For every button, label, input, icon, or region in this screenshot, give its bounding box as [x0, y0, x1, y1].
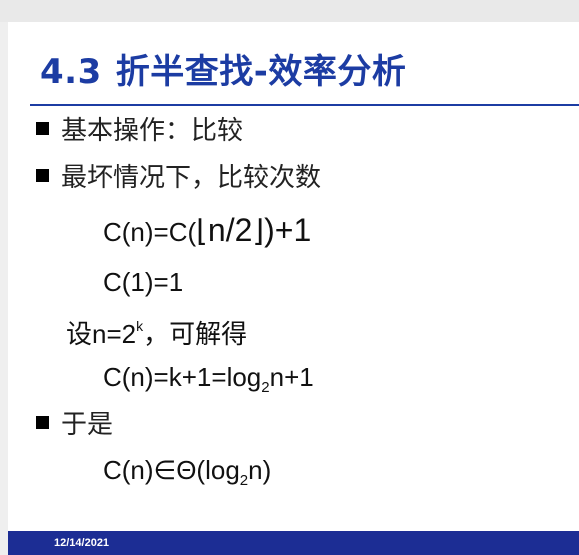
- equation-subscript: 2: [261, 379, 270, 396]
- bullet-text: 于是: [61, 410, 114, 440]
- bullet-item-basic-operation: 基本操作：比较: [36, 110, 243, 147]
- bullet-item-therefore: 于是: [36, 404, 113, 441]
- bullet-text: 基本操作：比较: [61, 116, 244, 146]
- equation-text: C(1)=1: [103, 267, 184, 297]
- floor-left-bracket: ⌊: [196, 214, 208, 249]
- equation-solution: C(n)=k+1=log2n+1: [103, 362, 314, 396]
- bullet-item-worst-case: 最坏情况下，比较次数: [36, 157, 321, 194]
- bullet-text: 最坏情况下，比较次数: [61, 163, 322, 193]
- equation-prefix: C(n)∈Θ(log: [103, 455, 240, 485]
- equation-recurrence: C(n)=C(⌊n/2⌋)+1: [103, 212, 311, 249]
- viewer-top-strip: [0, 0, 579, 22]
- slide-canvas: 4.3 折半查找-效率分析 基本操作：比较 最坏情况下，比较次数 C(n)=C(⌊…: [8, 22, 579, 555]
- footer-date: 12/14/2021: [54, 537, 110, 549]
- slide-title: 4.3 折半查找-效率分析: [40, 44, 406, 93]
- equation-suffix: )+1: [264, 212, 312, 248]
- equation-theta: C(n)∈Θ(log2n): [103, 455, 271, 489]
- equation-prefix: C(n)=C(: [103, 217, 197, 247]
- slide-footer-bar: 12/14/2021: [8, 531, 579, 555]
- slide-title-text: 折半查找-效率分析: [115, 52, 407, 92]
- viewer-left-edge: [0, 22, 8, 555]
- equation-suffix: n): [248, 455, 272, 485]
- title-underline: [30, 104, 579, 106]
- setup-suffix: ，可解得: [143, 319, 248, 349]
- equation-subscript: 2: [239, 472, 249, 489]
- setup-prefix: 设n=2: [66, 319, 137, 349]
- bullet-square-icon: [36, 122, 49, 135]
- equation-prefix: C(n)=k+1=log: [103, 362, 262, 392]
- slide-title-number: 4.3: [40, 52, 102, 92]
- equation-inner: n/2: [207, 212, 253, 248]
- bullet-square-icon: [36, 416, 49, 429]
- equation-suffix: n+1: [269, 362, 314, 392]
- setup-line: 设n=2k，可解得: [66, 314, 247, 351]
- floor-right-bracket: ⌋: [252, 214, 265, 249]
- equation-base-case: C(1)=1: [103, 267, 183, 298]
- bullet-square-icon: [36, 169, 49, 182]
